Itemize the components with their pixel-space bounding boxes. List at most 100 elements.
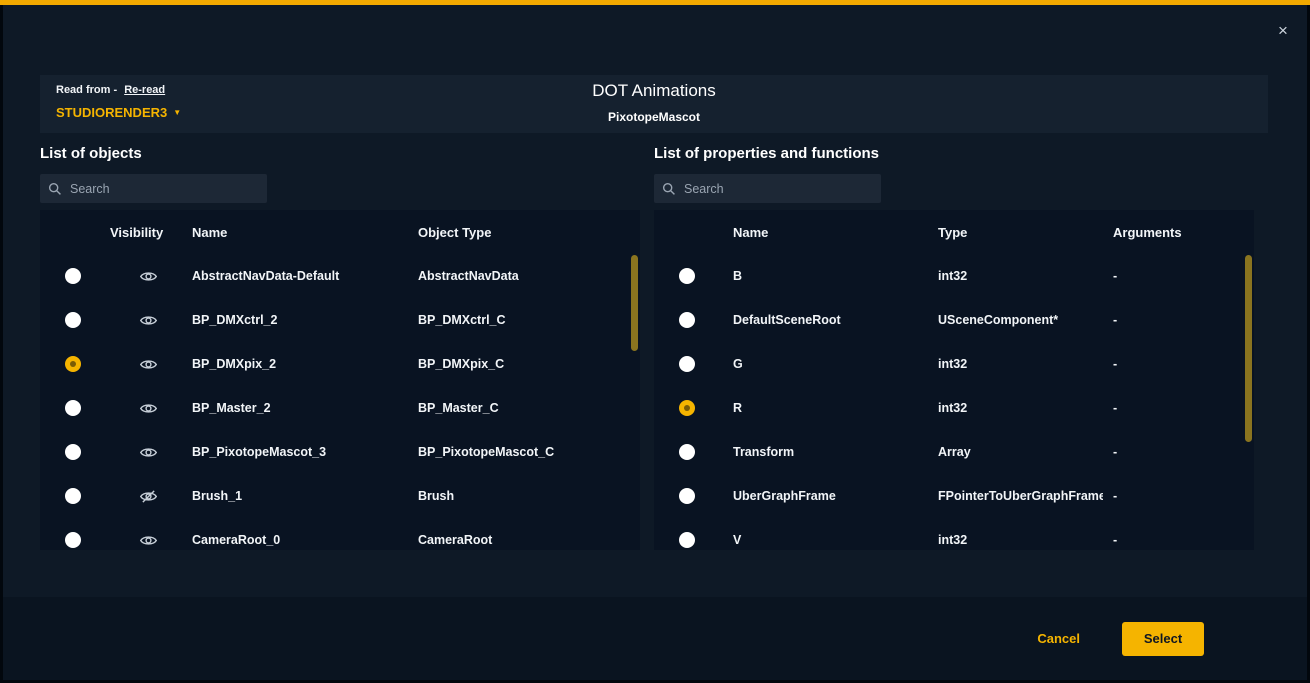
radio-cell <box>40 312 106 328</box>
visibility-cell <box>106 358 190 371</box>
property-name: UberGraphFrame <box>720 489 925 503</box>
eye-off-icon[interactable] <box>140 490 157 503</box>
eye-icon[interactable] <box>140 446 157 459</box>
header-center: DOT Animations PixotopeMascot <box>40 81 1268 124</box>
eye-icon[interactable] <box>140 270 157 283</box>
radio-cell <box>40 400 106 416</box>
read-from-label: Read from - <box>56 84 117 96</box>
radio-cell <box>654 400 720 416</box>
table-row[interactable]: UberGraphFrameFPointerToUberGraphFrame- <box>654 474 1254 518</box>
radio-button[interactable] <box>65 444 81 460</box>
object-type: BP_DMXctrl_C <box>416 313 640 327</box>
radio-button[interactable] <box>65 488 81 504</box>
cancel-button[interactable]: Cancel <box>1037 631 1080 646</box>
objects-table: Visibility Name Object Type AbstractNavD… <box>40 210 640 550</box>
object-name: AbstractNavData-Default <box>190 269 416 283</box>
radio-button[interactable] <box>679 268 695 284</box>
visibility-cell <box>106 270 190 283</box>
radio-button[interactable] <box>65 532 81 548</box>
visibility-cell <box>106 490 190 503</box>
object-type: CameraRoot <box>416 533 640 547</box>
radio-cell <box>40 356 106 372</box>
radio-button[interactable] <box>679 488 695 504</box>
eye-icon[interactable] <box>140 358 157 371</box>
objects-panel: List of objects Visibility Name Object T… <box>40 145 640 550</box>
eye-icon[interactable] <box>140 314 157 327</box>
table-row[interactable]: Bint32- <box>654 254 1254 298</box>
dialog-title: DOT Animations <box>40 81 1268 101</box>
radio-button[interactable] <box>679 532 695 548</box>
properties-table-body: Bint32-DefaultSceneRootUSceneComponent*-… <box>654 254 1254 550</box>
property-name: B <box>720 269 925 283</box>
radio-cell <box>654 268 720 284</box>
table-row[interactable]: TransformArray- <box>654 430 1254 474</box>
table-row[interactable]: BP_PixotopeMascot_3BP_PixotopeMascot_C <box>40 430 640 474</box>
radio-button[interactable] <box>65 356 81 372</box>
property-type: int32 <box>925 357 1103 371</box>
property-type: int32 <box>925 533 1103 547</box>
properties-search-input[interactable] <box>684 182 873 196</box>
properties-scrollbar-thumb[interactable] <box>1245 255 1252 442</box>
object-name: BP_DMXctrl_2 <box>190 313 416 327</box>
visibility-cell <box>106 314 190 327</box>
table-row[interactable]: Rint32- <box>654 386 1254 430</box>
eye-icon[interactable] <box>140 402 157 415</box>
table-row[interactable]: BP_DMXpix_2BP_DMXpix_C <box>40 342 640 386</box>
select-button[interactable]: Select <box>1122 622 1204 656</box>
properties-table-header: Name Type Arguments <box>654 210 1254 254</box>
object-name: CameraRoot_0 <box>190 533 416 547</box>
radio-cell <box>654 312 720 328</box>
objects-search-input[interactable] <box>70 182 259 196</box>
dialog: × Read from - Re-read STUDIORENDER3 ▼ DO… <box>3 5 1307 680</box>
object-name: BP_DMXpix_2 <box>190 357 416 371</box>
dialog-subtitle: PixotopeMascot <box>40 110 1268 124</box>
property-name: R <box>720 401 925 415</box>
objects-scrollbar-thumb[interactable] <box>631 255 638 351</box>
radio-button[interactable] <box>65 312 81 328</box>
eye-icon[interactable] <box>140 534 157 547</box>
close-icon[interactable]: × <box>1271 19 1295 43</box>
radio-cell <box>654 488 720 504</box>
radio-button[interactable] <box>679 400 695 416</box>
header-left: Read from - Re-read STUDIORENDER3 ▼ <box>56 84 181 120</box>
table-row[interactable]: Brush_1Brush <box>40 474 640 518</box>
radio-cell <box>40 444 106 460</box>
radio-button[interactable] <box>679 356 695 372</box>
table-row[interactable]: AbstractNavData-DefaultAbstractNavData <box>40 254 640 298</box>
table-row[interactable]: CameraRoot_0CameraRoot <box>40 518 640 550</box>
radio-button[interactable] <box>679 444 695 460</box>
radio-button[interactable] <box>679 312 695 328</box>
column-header-type: Type <box>925 225 1103 240</box>
property-type: USceneComponent* <box>925 313 1103 327</box>
object-name: BP_Master_2 <box>190 401 416 415</box>
objects-panel-heading: List of objects <box>40 145 640 162</box>
object-type: BP_Master_C <box>416 401 640 415</box>
property-arguments: - <box>1103 357 1254 371</box>
radio-cell <box>654 444 720 460</box>
property-arguments: - <box>1103 313 1254 327</box>
objects-table-header: Visibility Name Object Type <box>40 210 640 254</box>
properties-panel-heading: List of properties and functions <box>654 145 1254 162</box>
properties-panel: List of properties and functions Name Ty… <box>654 145 1254 550</box>
table-row[interactable]: Gint32- <box>654 342 1254 386</box>
radio-button[interactable] <box>65 400 81 416</box>
radio-cell <box>40 488 106 504</box>
reread-link[interactable]: Re-read <box>124 84 165 96</box>
table-row[interactable]: Vint32- <box>654 518 1254 550</box>
radio-cell <box>654 356 720 372</box>
property-arguments: - <box>1103 533 1254 547</box>
column-header-visibility: Visibility <box>106 225 190 240</box>
object-type: BP_PixotopeMascot_C <box>416 445 640 459</box>
radio-cell <box>654 532 720 548</box>
property-arguments: - <box>1103 445 1254 459</box>
property-arguments: - <box>1103 269 1254 283</box>
search-icon <box>662 182 676 196</box>
object-type: Brush <box>416 489 640 503</box>
radio-button[interactable] <box>65 268 81 284</box>
source-dropdown-value: STUDIORENDER3 <box>56 105 167 120</box>
table-row[interactable]: BP_Master_2BP_Master_C <box>40 386 640 430</box>
table-row[interactable]: DefaultSceneRootUSceneComponent*- <box>654 298 1254 342</box>
table-row[interactable]: BP_DMXctrl_2BP_DMXctrl_C <box>40 298 640 342</box>
objects-search-box <box>40 174 267 203</box>
source-dropdown[interactable]: STUDIORENDER3 ▼ <box>56 105 181 120</box>
